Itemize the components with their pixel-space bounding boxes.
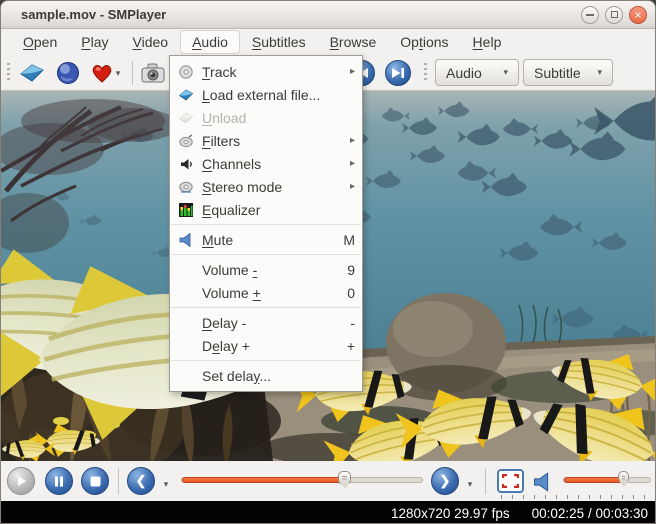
menu-item-filters[interactable]: Filters ▸ — [170, 129, 362, 152]
forward-dropdown[interactable]: ▾ — [463, 471, 477, 497]
maximize-button[interactable] — [605, 6, 623, 24]
menu-item-volume-down[interactable]: Volume - 9 — [170, 258, 362, 281]
open-file-icon — [19, 60, 45, 86]
unload-icon — [176, 110, 196, 126]
dropdown-arrow-icon: ▾ — [503, 67, 508, 78]
stop-icon — [90, 476, 101, 487]
volume-slider[interactable] — [563, 477, 651, 483]
equalizer-icon — [176, 202, 196, 218]
control-separator — [485, 468, 486, 494]
mute-button[interactable] — [529, 469, 555, 495]
menu-separator — [171, 360, 361, 361]
pause-icon — [54, 476, 64, 487]
maximize-icon — [611, 11, 618, 18]
open-file-button[interactable] — [19, 60, 45, 86]
menu-help[interactable]: Help — [461, 30, 514, 54]
audio-track-selector[interactable]: Audio ▾ — [435, 59, 519, 86]
channels-icon — [176, 156, 196, 172]
menu-open[interactable]: Open — [11, 30, 69, 54]
submenu-arrow-icon: ▸ — [350, 181, 355, 192]
fullscreen-button[interactable] — [497, 469, 524, 493]
time-display: 00:02:25 / 00:03:30 — [532, 506, 648, 521]
next-button[interactable] — [385, 60, 411, 86]
submenu-arrow-icon: ▸ — [350, 135, 355, 146]
submenu-arrow-icon: ▸ — [350, 66, 355, 77]
screenshot-button[interactable] — [140, 60, 166, 86]
audio-menu-popup: Track ▸ Load external file... Unload Fil… — [169, 55, 363, 392]
close-icon: × — [634, 9, 641, 21]
forward-button[interactable]: ❯ — [431, 467, 459, 495]
toolbar-grip[interactable] — [7, 63, 10, 83]
subtitle-selector[interactable]: Subtitle ▾ — [523, 59, 613, 86]
favorites-dropdown[interactable]: ▾ — [111, 60, 125, 86]
play-button[interactable] — [7, 467, 35, 495]
seek-handle[interactable] — [338, 471, 351, 485]
menu-browse[interactable]: Browse — [318, 30, 389, 54]
toolbar-separator — [132, 61, 133, 85]
menu-item-volume-up[interactable]: Volume + 0 — [170, 281, 362, 304]
menu-bar: Open Play Video Audio Subtitles Browse O… — [1, 29, 655, 55]
next-icon — [391, 67, 405, 79]
dropdown-arrow-icon: ▾ — [116, 68, 121, 79]
menu-item-track[interactable]: Track ▸ — [170, 60, 362, 83]
fullscreen-icon — [502, 474, 519, 488]
seek-fill — [182, 477, 345, 483]
audio-selector-label: Audio — [446, 65, 482, 81]
volume-icon — [532, 472, 552, 492]
window-title: sample.mov - SMPlayer — [1, 7, 581, 22]
stop-button[interactable] — [81, 467, 109, 495]
rewind-button[interactable]: ❮ — [127, 467, 155, 495]
menu-item-load-external-file[interactable]: Load external file... — [170, 83, 362, 106]
rewind-icon: ❮ — [136, 473, 147, 489]
close-button[interactable]: × — [629, 6, 647, 24]
menu-item-unload[interactable]: Unload — [170, 106, 362, 129]
volume-fill — [564, 477, 625, 483]
menu-video[interactable]: Video — [121, 30, 181, 54]
dropdown-arrow-icon: ▾ — [597, 67, 602, 78]
filters-icon — [176, 133, 196, 149]
menu-separator — [171, 307, 361, 308]
volume-handle[interactable] — [618, 471, 629, 483]
dropdown-arrow-icon: ▾ — [164, 479, 169, 490]
menu-item-equalizer[interactable]: Equalizer — [170, 198, 362, 221]
submenu-arrow-icon: ▸ — [350, 158, 355, 169]
menu-item-stereo-mode[interactable]: Stereo mode ▸ — [170, 175, 362, 198]
pause-button[interactable] — [45, 467, 73, 495]
menu-separator — [171, 254, 361, 255]
play-icon — [15, 475, 27, 487]
forward-icon: ❯ — [440, 473, 451, 489]
smplayer-window: sample.mov - SMPlayer × Open Play Video … — [0, 0, 656, 524]
menu-item-delay-up[interactable]: Delay + + — [170, 334, 362, 357]
minimize-icon — [586, 14, 594, 16]
mute-icon — [176, 232, 196, 248]
menu-item-delay-down[interactable]: Delay - - — [170, 311, 362, 334]
control-separator — [118, 468, 119, 494]
subtitle-selector-label: Subtitle — [534, 65, 581, 81]
track-icon — [176, 64, 196, 80]
volume-ticks — [501, 495, 653, 499]
title-bar[interactable]: sample.mov - SMPlayer × — [1, 1, 655, 29]
window-controls: × — [581, 6, 655, 24]
status-bar: 1280x720 29.97 fps 00:02:25 / 00:03:30 — [1, 501, 655, 524]
menu-separator — [171, 224, 361, 225]
menu-item-mute[interactable]: Mute M — [170, 228, 362, 251]
dropdown-arrow-icon: ▾ — [468, 479, 473, 490]
menu-item-set-delay[interactable]: Set delay... — [170, 364, 362, 387]
seek-slider[interactable] — [181, 477, 423, 483]
video-resolution-fps: 1280x720 29.97 fps — [391, 506, 510, 521]
rewind-dropdown[interactable]: ▾ — [159, 471, 173, 497]
menu-item-channels[interactable]: Channels ▸ — [170, 152, 362, 175]
toolbar-grip-2[interactable] — [424, 63, 427, 83]
menu-options[interactable]: Options — [388, 30, 460, 54]
minimize-button[interactable] — [581, 6, 599, 24]
menu-play[interactable]: Play — [69, 30, 120, 54]
globe-icon — [56, 61, 80, 85]
load-external-file-icon — [176, 87, 196, 103]
menu-subtitles[interactable]: Subtitles — [240, 30, 318, 54]
camera-icon — [140, 61, 166, 85]
menu-audio[interactable]: Audio — [180, 30, 240, 54]
control-bar: ❮ ▾ ❯ ▾ — [1, 461, 655, 501]
stereo-mode-icon — [176, 179, 196, 195]
open-url-button[interactable] — [55, 60, 81, 86]
